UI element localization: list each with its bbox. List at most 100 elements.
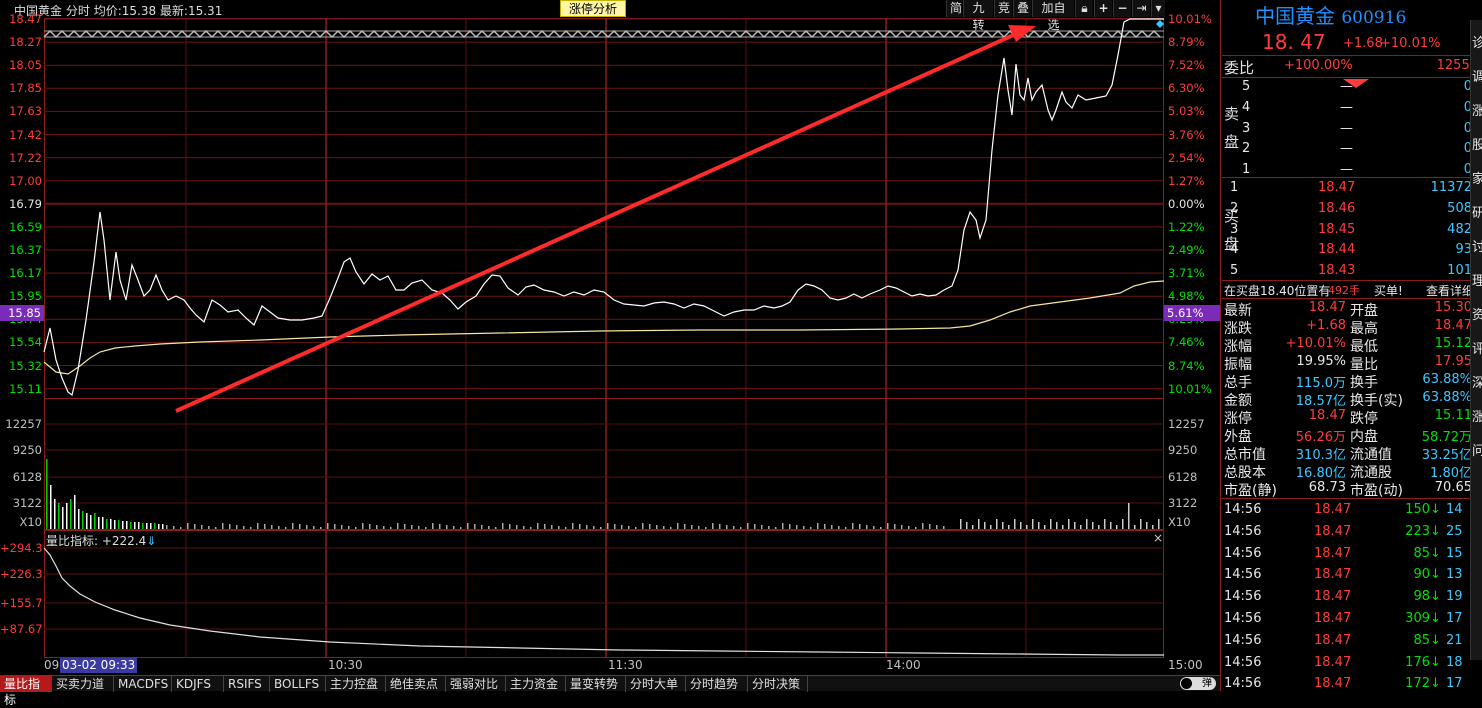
percent-axis-label: 10.01% [1168,12,1212,26]
volume-bar [278,526,280,529]
tick-count: 17 [1446,676,1463,692]
volume-bar [158,524,160,529]
volume-bar [110,519,112,529]
volume-bar [1026,525,1028,529]
price-axis-label: 15.32 [9,358,42,373]
side-tool-char[interactable]: 涨 [1472,406,1482,425]
side-tool-char[interactable]: 调 [1472,66,1482,85]
volume-bar [929,524,931,529]
tick-time: 14:56 [1224,523,1262,539]
indicator-tab[interactable]: 买卖力道 [52,676,114,692]
volume-bar [936,525,938,529]
volume-bar [817,523,819,529]
volume-bar [810,527,812,529]
tick-direction-icon: ↓ [1430,632,1441,648]
price-axis-label: 16.79 [9,196,42,211]
stat-label: 总市值 [1224,447,1266,463]
volume-bar [747,523,749,529]
side-tool-char[interactable]: 讨 [1472,236,1482,255]
indicator-tab[interactable]: BOLLFS [270,676,326,692]
order-ratio-pct: +100.00% [1284,58,1353,73]
indicator-tab[interactable]: 分时决策 [748,676,808,692]
side-tool-char[interactable]: 股 [1472,134,1482,153]
indicator-axis-label: +155.7 [0,596,43,610]
indicator-tab[interactable]: KDJFS [172,676,224,692]
side-tool-char[interactable]: 资 [1472,304,1482,323]
stat-label: 开盘 [1350,303,1378,319]
volume-bar [698,526,700,529]
close-indicator-icon[interactable]: × [1152,532,1164,544]
volume-bar [649,524,651,529]
side-tool-char[interactable]: 诊 [1472,32,1482,51]
indicator-tab[interactable]: 量比指标 [0,676,52,707]
side-tool-char[interactable]: 问 [1472,440,1482,459]
volume-bar [712,523,714,529]
tick-price: 18.47 [1314,654,1352,670]
side-tool-char[interactable]: 理 [1472,270,1482,289]
divider [1222,280,1482,281]
stat-label: 最低 [1350,339,1378,355]
queue-text: 在买盘18.40位置有 [1224,284,1331,298]
volume-bar [831,525,833,529]
side-tool-char[interactable]: 评 [1472,338,1482,357]
tick-direction-icon: ↓ [1430,567,1441,583]
volume-bar [439,524,441,529]
indicator-tab[interactable]: 绝佳卖点 [386,676,446,692]
volume-bar [922,523,924,529]
volume-bar [257,523,259,529]
volume-bar [579,524,581,529]
indicator-tab[interactable]: RSIFS [224,676,270,692]
stat-label: 涨停 [1224,411,1252,427]
stat-row: 金额 18.57亿 换手(实) 63.88% [1222,390,1480,409]
stat-label: 涨跌 [1224,321,1252,337]
side-tool-char[interactable]: 家 [1472,168,1482,187]
indicator-tab[interactable]: MACDFS [114,676,172,692]
volume-axis-label: X10 [19,515,42,529]
stock-code: 600916 [1341,8,1407,28]
tick-volume: 172 [1405,676,1430,692]
view-detail-link[interactable]: 查看详细 [1426,282,1474,299]
volume-bar [593,526,595,529]
volume-bar [1152,525,1154,529]
indicator-tab[interactable]: 主力资金 [506,676,566,692]
bid-row: 4 18.44 93 [1222,242,1480,262]
price-axis-label: 17.22 [9,150,42,165]
stat-row: 总股本 16.80亿 流通股 1.80亿 [1222,462,1480,481]
stat-row: 涨停 18.47 跌停 15.11 [1222,408,1480,427]
volume-bar [551,525,553,529]
tick-direction-icon: ↓ [1430,611,1441,626]
toggle-knob-icon [1181,678,1192,689]
tick-row: 14:56 18.47 90 ↓ 13 [1222,564,1480,586]
stat-label: 振幅 [1224,357,1252,373]
volume-bar [1050,519,1052,529]
indicator-tab[interactable]: 分时趋势 [686,676,748,692]
volume-bar [432,523,434,529]
bid-volume: 101 [1447,263,1472,279]
time-label-1400: 14:00 [886,658,921,672]
volume-bar [782,523,784,529]
volume-bar [1140,519,1142,529]
volume-bar [187,523,189,529]
volume-bar [642,523,644,529]
indicator-tab[interactable]: 主力控盘 [326,676,386,692]
volume-bar [502,523,504,529]
tick-price: 18.47 [1314,567,1352,583]
side-tool-char[interactable]: 深 [1472,372,1482,391]
volume-bar [530,527,532,529]
volume-bar [383,526,385,529]
volume-bar [1038,522,1040,529]
indicator-tab[interactable]: 分时大单 [626,676,686,692]
stat-label: 市盈(静) [1224,483,1277,499]
indicator-tab[interactable]: 强弱对比 [446,676,506,692]
side-tool-char[interactable]: 研 [1472,202,1482,221]
ask-row: 2 — 0 [1222,141,1480,161]
volume-bar [803,526,805,529]
volume-bar [670,527,672,529]
side-tool-char[interactable]: 涨 [1472,100,1482,119]
price-axis-label: 16.17 [9,266,42,281]
stat-value: 56.26万 [1295,430,1346,445]
tick-price: 18.47 [1314,632,1352,648]
indicator-tab[interactable]: 量变转势 [566,676,626,692]
popup-toggle[interactable]: 弹 [1180,677,1216,690]
volume-bar [495,527,497,529]
